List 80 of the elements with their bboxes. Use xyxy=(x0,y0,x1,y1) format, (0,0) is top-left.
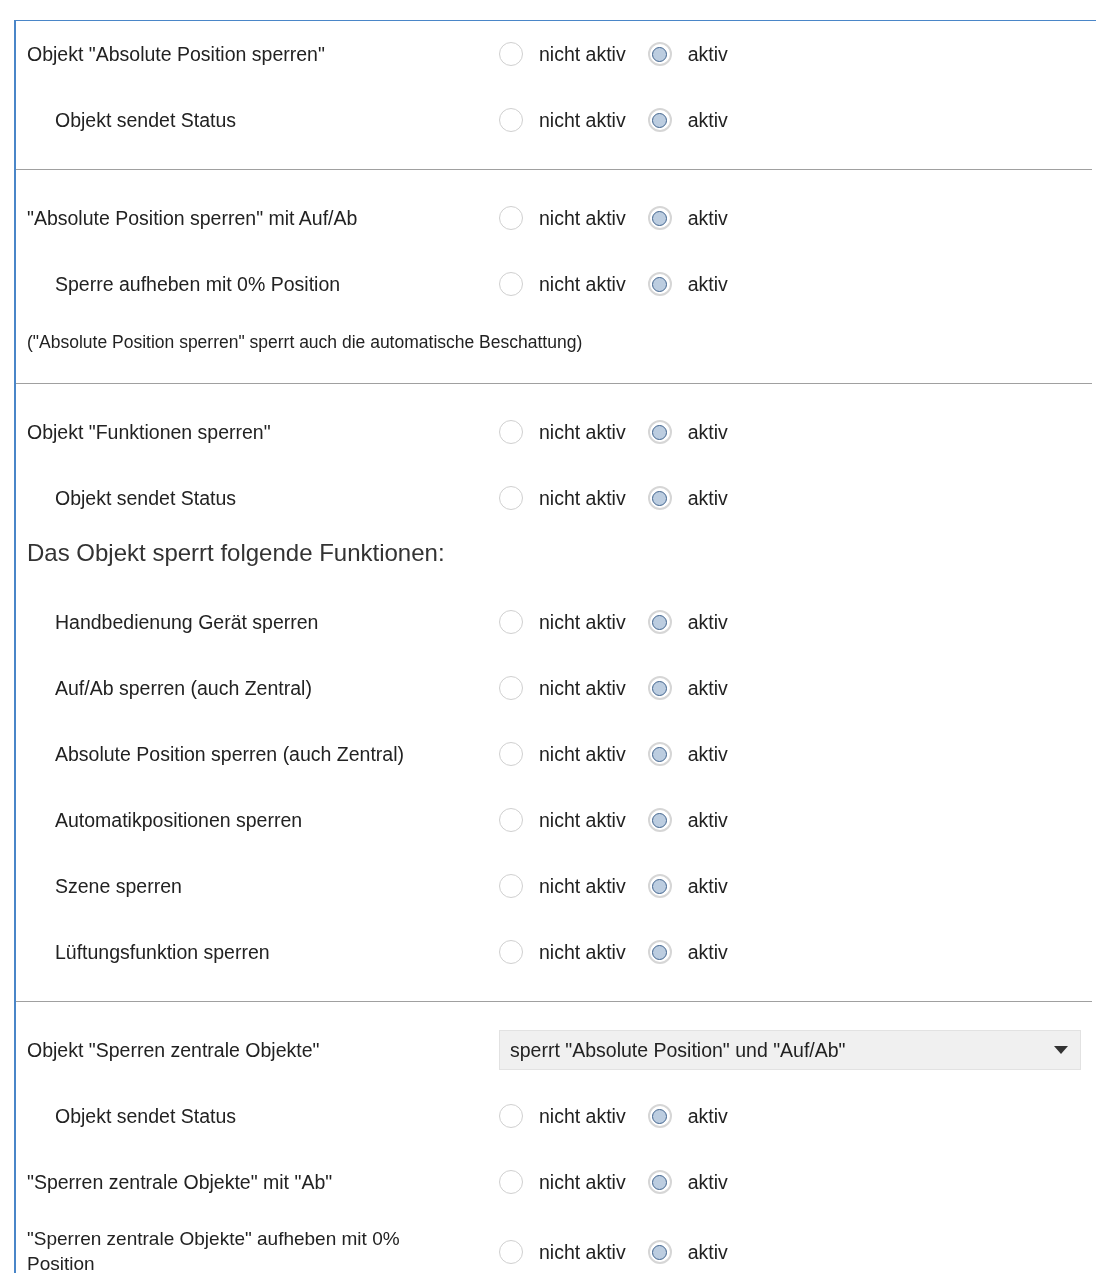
setting-label: Objekt "Funktionen sperren" xyxy=(26,420,272,444)
option-label: nicht aktiv xyxy=(539,1104,626,1128)
setting-label: "Absolute Position sperren" mit Auf/Ab xyxy=(26,206,359,230)
radio-button[interactable] xyxy=(647,108,672,132)
option-label: aktiv xyxy=(687,1170,728,1194)
option-label: aktiv xyxy=(687,610,728,634)
option-label: aktiv xyxy=(687,42,728,66)
setting-label: Szene sperren xyxy=(54,874,183,898)
radio-button[interactable] xyxy=(499,206,523,230)
radio-button[interactable] xyxy=(499,1170,523,1194)
setting-label: Absolute Position sperren (auch Zentral) xyxy=(54,742,405,766)
setting-label: Auf/Ab sperren (auch Zentral) xyxy=(54,676,313,700)
option-label: nicht aktiv xyxy=(539,610,626,634)
setting-label: Objekt "Absolute Position sperren" xyxy=(26,42,326,66)
setting-label: Objekt sendet Status xyxy=(54,1104,238,1128)
radio-button[interactable] xyxy=(499,1104,523,1128)
radio-button[interactable] xyxy=(647,676,672,700)
option-label: nicht aktiv xyxy=(539,874,626,898)
radio-button[interactable] xyxy=(499,874,523,898)
setting-label: Sperre aufheben mit 0% Position xyxy=(54,272,342,296)
option-label: aktiv xyxy=(687,206,728,230)
option-label: aktiv xyxy=(687,1104,728,1128)
radio-button[interactable] xyxy=(647,42,672,66)
setting-label: Objekt "Sperren zentrale Objekte" xyxy=(26,1038,321,1062)
option-label: nicht aktiv xyxy=(539,420,626,444)
radio-button[interactable] xyxy=(499,108,523,132)
radio-button[interactable] xyxy=(499,272,523,296)
option-label: aktiv xyxy=(687,486,728,510)
setting-label: Handbedienung Gerät sperren xyxy=(54,610,320,634)
radio-button[interactable] xyxy=(647,1104,672,1128)
radio-button[interactable] xyxy=(647,610,672,634)
option-label: aktiv xyxy=(687,108,728,132)
caret-icon xyxy=(1054,1046,1068,1054)
option-label: nicht aktiv xyxy=(539,42,626,66)
radio-button[interactable] xyxy=(647,808,672,832)
radio-button[interactable] xyxy=(647,742,672,766)
radio-button[interactable] xyxy=(647,206,672,230)
option-label: aktiv xyxy=(687,940,728,964)
radio-button[interactable] xyxy=(647,1170,672,1194)
radio-button[interactable] xyxy=(647,1240,672,1264)
radio-button[interactable] xyxy=(647,486,672,510)
option-label: nicht aktiv xyxy=(539,1170,626,1194)
option-label: nicht aktiv xyxy=(539,940,626,964)
setting-label: "Sperren zentrale Objekte" mit "Ab" xyxy=(26,1170,334,1194)
note-text: ("Absolute Position sperren" sperrt auch die automatische Beschattung) xyxy=(27,331,583,353)
radio-button[interactable] xyxy=(647,940,672,964)
option-label: aktiv xyxy=(687,420,728,444)
option-label: aktiv xyxy=(687,874,728,898)
option-label: aktiv xyxy=(687,272,728,296)
radio-button[interactable] xyxy=(499,420,523,444)
option-label: nicht aktiv xyxy=(539,1240,626,1264)
section-heading: Das Objekt sperrt folgende Funktionen: xyxy=(27,539,445,567)
radio-button[interactable] xyxy=(499,610,523,634)
setting-label: Objekt sendet Status xyxy=(54,108,238,132)
option-label: nicht aktiv xyxy=(539,486,626,510)
setting-label: Automatikpositionen sperren xyxy=(54,808,304,832)
radio-button[interactable] xyxy=(647,420,672,444)
option-label: aktiv xyxy=(687,742,728,766)
radio-button[interactable] xyxy=(647,874,672,898)
setting-label: Objekt sendet Status xyxy=(54,486,238,510)
setting-label: Lüftungsfunktion sperren xyxy=(54,940,271,964)
setting-label: "Sperren zentrale Objekte" aufheben mit 0% Position xyxy=(26,1227,401,1273)
radio-button[interactable] xyxy=(499,1240,523,1264)
option-label: aktiv xyxy=(687,1240,728,1264)
dropdown[interactable]: sperrt "Absolute Position" und "Auf/Ab" xyxy=(499,1030,1081,1070)
option-label: nicht aktiv xyxy=(539,272,626,296)
option-label: nicht aktiv xyxy=(539,808,626,832)
option-label: aktiv xyxy=(687,808,728,832)
radio-button[interactable] xyxy=(499,808,523,832)
radio-button[interactable] xyxy=(499,42,523,66)
radio-button[interactable] xyxy=(499,940,523,964)
radio-button[interactable] xyxy=(647,272,672,296)
radio-button[interactable] xyxy=(499,676,523,700)
option-label: nicht aktiv xyxy=(539,108,626,132)
option-label: nicht aktiv xyxy=(539,742,626,766)
radio-button[interactable] xyxy=(499,742,523,766)
option-label: nicht aktiv xyxy=(539,676,626,700)
option-label: nicht aktiv xyxy=(539,206,626,230)
option-label: aktiv xyxy=(687,676,728,700)
radio-button[interactable] xyxy=(499,486,523,510)
